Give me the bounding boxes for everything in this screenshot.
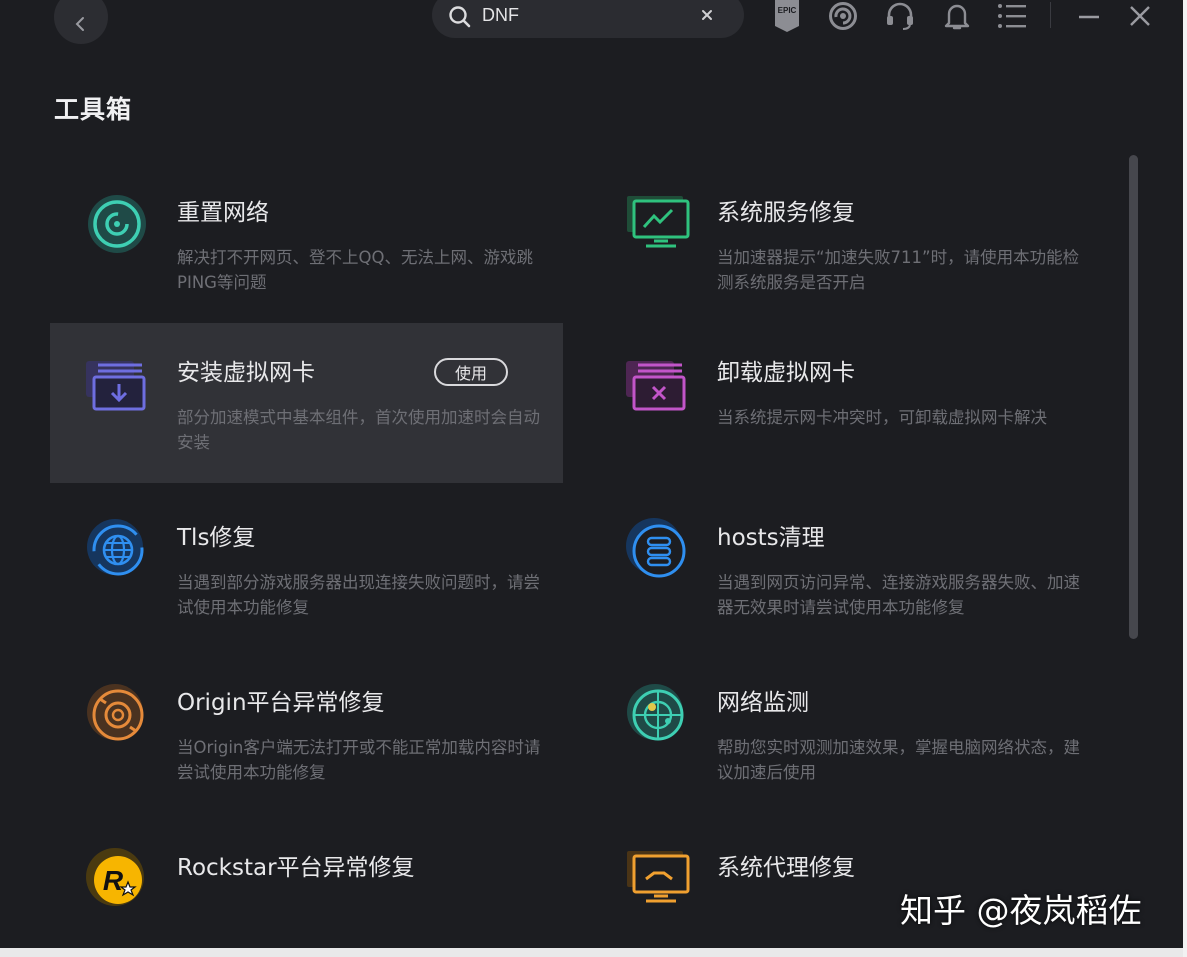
- toolbox-window: EPIC: [0, 0, 1183, 948]
- tool-title: 系统代理修复: [717, 855, 855, 881]
- tool-title: 重置网络: [177, 200, 269, 226]
- system-service-icon: [624, 191, 690, 257]
- watermark: 知乎 @夜岚稻佐: [900, 891, 1142, 930]
- list-menu-icon: [998, 4, 1026, 28]
- tool-title: 安装虚拟网卡: [177, 360, 315, 386]
- uninstall-nic-icon: [624, 351, 690, 417]
- close-icon: [702, 10, 712, 20]
- tool-title: 系统服务修复: [717, 200, 855, 226]
- tool-card-system-service-repair[interactable]: 系统服务修复 当加速器提示“加速失败711”时，请使用本功能检测系统服务是否开启: [590, 163, 1103, 323]
- notification-button[interactable]: [941, 0, 973, 32]
- tool-card-network-monitor[interactable]: 网络监测 帮助您实时观测加速效果，掌握电脑网络状态，建议加速后使用: [590, 653, 1103, 813]
- tool-title: hosts清理: [717, 525, 825, 551]
- epic-label: EPIC: [778, 6, 797, 15]
- tool-card-reset-network[interactable]: 重置网络 解决打不开网页、登不上QQ、无法上网、游戏跳PING等问题: [50, 163, 563, 323]
- tool-card-install-virtual-nic[interactable]: 安装虚拟网卡 使用 部分加速模式中基本组件，首次使用加速时会自动安装: [50, 323, 563, 483]
- tool-title: Origin平台异常修复: [177, 690, 385, 716]
- ubisoft-button[interactable]: [827, 0, 859, 32]
- window-edge: [1183, 0, 1187, 957]
- search-input[interactable]: [482, 2, 682, 28]
- radar-icon: [624, 681, 690, 747]
- tool-card-tls-repair[interactable]: Tls修复 当遇到部分游戏服务器出现连接失败问题时，请尝试使用本功能修复: [50, 488, 563, 648]
- tool-title: Rockstar平台异常修复: [177, 855, 415, 881]
- chevron-left-icon: [75, 17, 84, 31]
- clear-search-button[interactable]: [698, 6, 716, 24]
- back-button[interactable]: [54, 0, 108, 44]
- tool-card-rockstar-repair[interactable]: R Rockstar平台异常修复: [50, 818, 563, 948]
- epic-games-button[interactable]: EPIC: [771, 0, 803, 32]
- tool-description: 当遇到网页访问异常、连接游戏服务器失败、加速器无效果时请尝试使用本功能修复: [717, 573, 1080, 617]
- tool-title: 网络监测: [717, 690, 809, 716]
- tool-description: 部分加速模式中基本组件，首次使用加速时会自动安装: [177, 408, 540, 452]
- tool-card-origin-repair[interactable]: Origin平台异常修复 当Origin客户端无法打开或不能正常加载内容时请尝试…: [50, 653, 563, 813]
- tool-description: 当遇到部分游戏服务器出现连接失败问题时，请尝试使用本功能修复: [177, 573, 540, 617]
- support-button[interactable]: [884, 0, 916, 32]
- section-title: 工具箱: [54, 95, 133, 124]
- headset-icon: [887, 2, 913, 30]
- tool-description: 当Origin客户端无法打开或不能正常加载内容时请尝试使用本功能修复: [177, 738, 541, 782]
- rockstar-icon: R: [84, 846, 150, 912]
- close-icon: [1130, 6, 1150, 26]
- tool-description: 当系统提示网卡冲突时，可卸载虚拟网卡解决: [717, 408, 1047, 427]
- origin-icon: [84, 681, 150, 747]
- bell-icon: [944, 4, 970, 30]
- tool-description: 帮助您实时观测加速效果，掌握电脑网络状态，建议加速后使用: [717, 738, 1080, 782]
- proxy-icon: [624, 846, 690, 912]
- toolbar-divider: [1050, 2, 1051, 28]
- tool-card-hosts-cleanup[interactable]: hosts清理 当遇到网页访问异常、连接游戏服务器失败、加速器无效果时请尝试使用…: [590, 488, 1103, 648]
- reset-network-icon: [84, 191, 150, 257]
- install-nic-icon: [84, 351, 150, 417]
- tool-title: 卸载虚拟网卡: [717, 360, 855, 386]
- tool-description: 解决打不开网页、登不上QQ、无法上网、游戏跳PING等问题: [177, 248, 533, 292]
- ubisoft-icon: [829, 2, 857, 30]
- tool-title: Tls修复: [177, 525, 256, 551]
- close-window-button[interactable]: [1124, 0, 1156, 32]
- minimize-button[interactable]: [1073, 0, 1105, 32]
- tool-card-uninstall-virtual-nic[interactable]: 卸载虚拟网卡 当系统提示网卡冲突时，可卸载虚拟网卡解决: [590, 323, 1103, 483]
- database-icon: [624, 516, 690, 582]
- minimize-icon: [1079, 15, 1099, 19]
- use-button[interactable]: 使用: [434, 358, 508, 386]
- globe-icon: [84, 516, 150, 582]
- svg-text:R: R: [103, 865, 124, 896]
- menu-button[interactable]: [996, 0, 1028, 32]
- scrollbar-thumb[interactable]: [1129, 155, 1138, 639]
- search-bar: [432, 0, 744, 38]
- search-icon: [449, 6, 471, 28]
- epic-games-icon: EPIC: [775, 0, 799, 32]
- tool-description: 当加速器提示“加速失败711”时，请使用本功能检测系统服务是否开启: [717, 248, 1080, 292]
